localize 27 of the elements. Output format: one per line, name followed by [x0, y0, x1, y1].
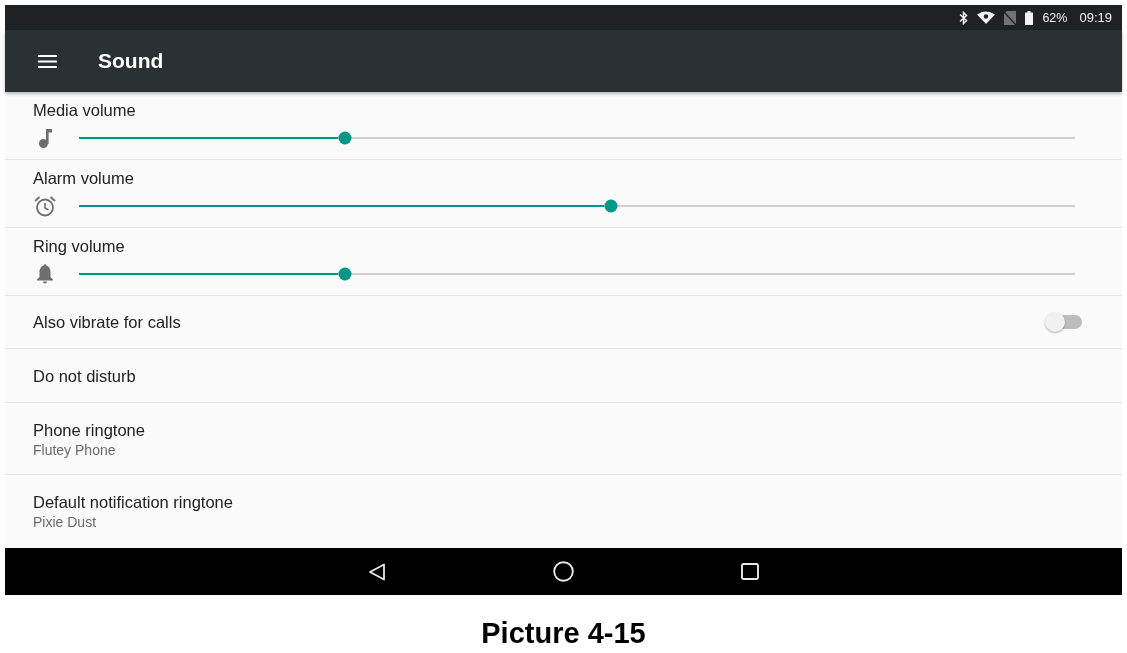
- bell-icon: [36, 264, 54, 284]
- setting-label: Media volume: [33, 100, 136, 120]
- music-note-icon: [38, 128, 52, 148]
- setting-label: Also vibrate for calls: [33, 312, 181, 332]
- home-icon[interactable]: [553, 561, 574, 582]
- figure-caption: Picture 4-15: [481, 617, 646, 651]
- slider-thumb[interactable]: [338, 131, 352, 145]
- slider-thumb[interactable]: [338, 267, 352, 281]
- toggle-switch[interactable]: [1045, 312, 1082, 332]
- setting-label: Alarm volume: [33, 168, 134, 188]
- setting-title: Default notification ringtone: [33, 492, 233, 512]
- sim-card-slashed-icon: [1004, 10, 1017, 25]
- setting-summary: Flutey Phone: [33, 441, 116, 459]
- screen-title: Sound: [98, 48, 164, 73]
- recents-icon[interactable]: [741, 563, 759, 580]
- setting-summary: Pixie Dust: [33, 513, 97, 531]
- menu-icon[interactable]: [38, 54, 57, 68]
- setting-title: Phone ringtone: [33, 420, 145, 440]
- battery-percentage: 62%: [1042, 10, 1068, 25]
- bluetooth-icon: [959, 10, 969, 25]
- back-icon[interactable]: [368, 562, 386, 581]
- wifi-icon: [977, 11, 996, 24]
- clock-time: 09:19: [1079, 10, 1112, 25]
- battery-icon: [1025, 10, 1034, 25]
- alarm-clock-icon: [34, 195, 56, 217]
- slider-thumb[interactable]: [604, 199, 618, 213]
- setting-label: Ring volume: [33, 236, 125, 256]
